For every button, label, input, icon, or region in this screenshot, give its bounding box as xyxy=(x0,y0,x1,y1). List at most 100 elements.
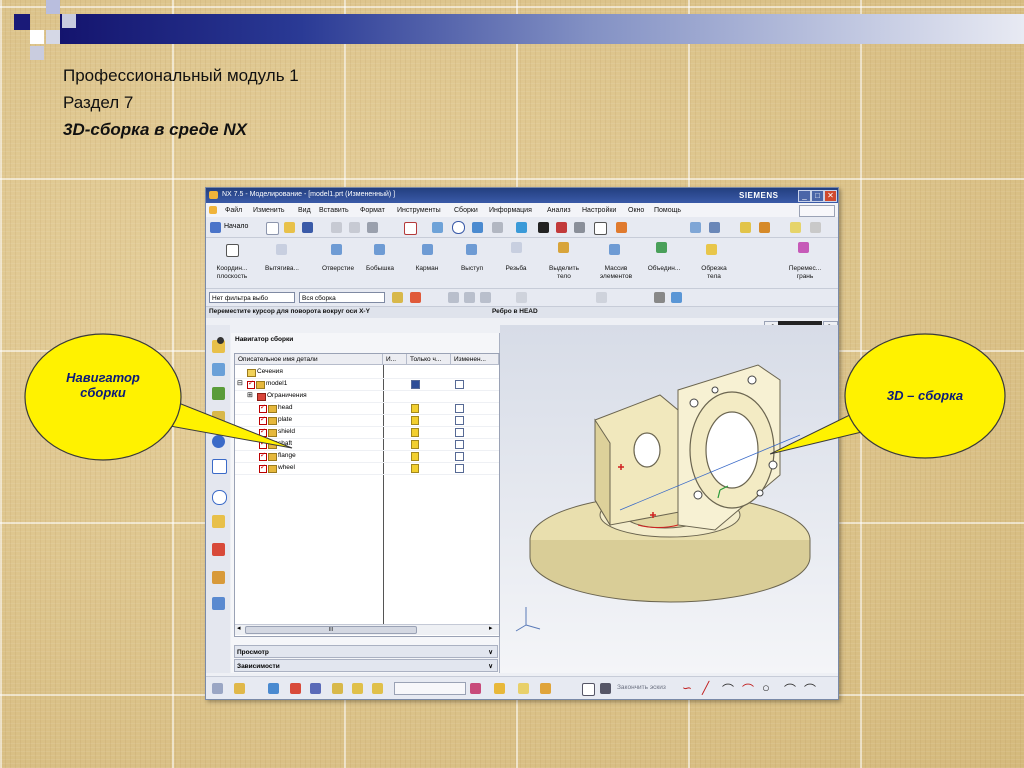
unite-icon[interactable] xyxy=(656,242,667,253)
close-button[interactable]: ✕ xyxy=(824,190,837,202)
quick-pick-icon[interactable] xyxy=(654,292,665,303)
thread-button[interactable]: Резьба xyxy=(494,265,538,273)
system-scenes-icon[interactable] xyxy=(212,597,225,610)
finish-sketch-icon[interactable] xyxy=(582,683,595,696)
datum-plane-icon[interactable] xyxy=(226,244,239,257)
extract-body-button[interactable]: Выделить тело xyxy=(540,265,588,281)
extract-body-icon[interactable] xyxy=(558,242,569,253)
interference-icon[interactable] xyxy=(470,683,481,694)
extrude-button[interactable]: Вытягива... xyxy=(258,265,306,273)
hole-button[interactable]: Отверстие xyxy=(314,265,362,273)
roles-icon[interactable] xyxy=(212,571,225,584)
menu-file[interactable]: Файл xyxy=(225,207,242,214)
shaded-icon[interactable] xyxy=(538,222,549,233)
sketch-icon[interactable] xyxy=(212,683,223,694)
line-icon[interactable]: ╱ xyxy=(702,681,709,695)
menu-analysis[interactable]: Анализ xyxy=(547,207,571,214)
profile-icon[interactable]: ∽ xyxy=(682,681,692,695)
circle-icon[interactable]: ○ xyxy=(762,680,770,695)
scroll-right-arrow-icon[interactable]: ▸ xyxy=(489,624,493,632)
color-icon[interactable] xyxy=(616,222,627,233)
section-icon[interactable] xyxy=(556,222,567,233)
column-header-readonly[interactable]: Только ч... xyxy=(407,354,451,365)
boss-icon[interactable] xyxy=(374,244,385,255)
history-icon[interactable] xyxy=(212,490,227,505)
datum-plane-button[interactable]: Координ... плоскость xyxy=(208,265,256,281)
menu-help[interactable]: Помощь xyxy=(654,207,681,214)
thread-icon[interactable] xyxy=(511,242,522,253)
fillet-icon[interactable]: ⌒ xyxy=(742,681,754,698)
snap-icon[interactable] xyxy=(759,222,770,233)
measure-icon[interactable] xyxy=(790,222,801,233)
assembly-constraint-icon[interactable] xyxy=(290,683,301,694)
menu-preferences[interactable]: Настройки xyxy=(582,207,616,214)
select-face-icon[interactable] xyxy=(464,292,475,303)
corner-icon[interactable]: ⌒ xyxy=(804,681,816,698)
type-filter-select[interactable]: Нет фильтра выбо xyxy=(209,292,295,303)
filter-option-icon[interactable] xyxy=(392,292,403,303)
pad-icon[interactable] xyxy=(466,244,477,255)
pattern-icon[interactable] xyxy=(609,244,620,255)
wave-icon[interactable] xyxy=(372,683,383,694)
start-menu-button[interactable]: Начало xyxy=(224,223,248,230)
menu-window[interactable]: Окно xyxy=(628,207,644,214)
scroll-left-arrow-icon[interactable]: ◂ xyxy=(237,624,241,632)
menu-insert[interactable]: Вставить xyxy=(319,207,349,214)
hide-icon[interactable] xyxy=(574,222,585,233)
system-materials-icon[interactable] xyxy=(212,543,225,556)
reference-set-icon[interactable] xyxy=(540,683,551,694)
sketch-name-input[interactable] xyxy=(394,682,466,695)
select-edge-icon[interactable] xyxy=(480,292,491,303)
component-icon[interactable] xyxy=(709,222,720,233)
midpoint-icon[interactable] xyxy=(516,292,527,303)
clearance-icon[interactable] xyxy=(494,683,505,694)
menu-view[interactable]: Вид xyxy=(298,207,311,214)
assembly-icon[interactable] xyxy=(690,222,701,233)
hole-icon[interactable] xyxy=(331,244,342,255)
app-menu-icon[interactable] xyxy=(209,206,217,214)
trim-body-button[interactable]: Обрезка тела xyxy=(690,265,738,281)
pan-icon[interactable] xyxy=(472,222,483,233)
navigator-hscrollbar[interactable]: ◂ III ▸ xyxy=(235,624,499,635)
preview-panel[interactable]: Просмотр ∨ xyxy=(234,645,498,658)
orient-view-icon[interactable] xyxy=(516,222,527,233)
weight-icon[interactable] xyxy=(518,683,529,694)
cut-icon[interactable] xyxy=(331,222,342,233)
boss-button[interactable]: Бобышка xyxy=(358,265,402,273)
pad-button[interactable]: Выступ xyxy=(450,265,494,273)
pattern-button[interactable]: Массив элементов xyxy=(592,265,640,281)
arc-icon[interactable]: ⌒ xyxy=(722,681,734,698)
fit-view-icon[interactable] xyxy=(432,222,443,233)
move-face-icon[interactable] xyxy=(798,242,809,253)
dependencies-panel[interactable]: Зависимости ∨ xyxy=(234,659,498,672)
select-all-icon[interactable] xyxy=(448,292,459,303)
rotate-icon[interactable] xyxy=(452,221,465,234)
chevron-down-icon[interactable]: ∨ xyxy=(488,646,493,659)
chevron-down-icon[interactable]: ∨ xyxy=(488,660,493,673)
chamfer-icon[interactable]: ⌒ xyxy=(784,681,796,698)
center-icon[interactable] xyxy=(596,292,607,303)
column-header-modified[interactable]: Изменен... xyxy=(451,354,499,365)
select-icon[interactable] xyxy=(404,222,417,235)
save-icon[interactable] xyxy=(302,222,313,233)
menu-assemblies[interactable]: Сборки xyxy=(454,207,478,214)
ruler-icon[interactable] xyxy=(810,222,821,233)
menu-edit[interactable]: Изменить xyxy=(253,207,285,214)
trim-body-icon[interactable] xyxy=(706,244,717,255)
sketch-plane-icon[interactable] xyxy=(600,683,611,694)
paste-icon[interactable] xyxy=(367,222,378,233)
render-style-icon[interactable] xyxy=(492,222,503,233)
menu-tools[interactable]: Инструменты xyxy=(397,207,441,214)
scroll-thumb[interactable]: III xyxy=(245,626,417,634)
add-component-icon[interactable] xyxy=(234,683,245,694)
move-component-icon[interactable] xyxy=(268,683,279,694)
sequence-icon[interactable] xyxy=(352,683,363,694)
snap-point-icon[interactable] xyxy=(410,292,421,303)
menu-format[interactable]: Формат xyxy=(360,207,385,214)
menu-information[interactable]: Информация xyxy=(489,207,532,214)
explode-icon[interactable] xyxy=(332,683,343,694)
unite-button[interactable]: Объедин... xyxy=(640,265,688,273)
minimize-button[interactable]: _ xyxy=(798,190,811,202)
move-icon[interactable] xyxy=(740,222,751,233)
column-header-info[interactable]: И... xyxy=(383,354,407,365)
